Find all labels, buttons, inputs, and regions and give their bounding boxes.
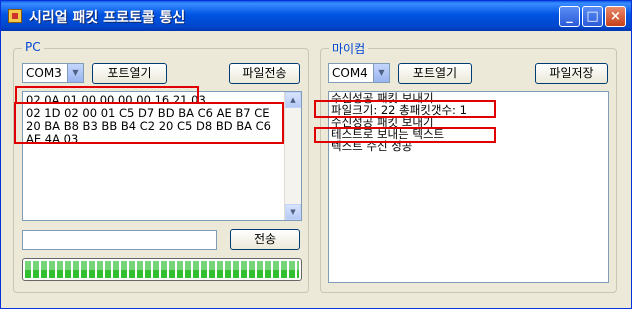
- chevron-down-icon[interactable]: ▼: [67, 64, 83, 82]
- mycom-port-value: COM4: [332, 66, 368, 80]
- title-bar[interactable]: 시리얼 패킷 프로토콜 통신 _ □ ×: [1, 1, 631, 31]
- scroll-up-icon[interactable]: ▲: [285, 92, 301, 108]
- close-button[interactable]: ×: [605, 6, 626, 27]
- transfer-progress-bar: [22, 258, 302, 281]
- main-window: 시리얼 패킷 프로토콜 통신 _ □ × PC COM3 ▼ 포트열기 파일전송…: [0, 0, 632, 309]
- window-title: 시리얼 패킷 프로토콜 통신: [29, 10, 186, 26]
- mycom-log-textarea[interactable]: 수신성공 패킷 보내기 파일크기: 22 총패킷갯수: 1 수신성공 패킷 보내…: [328, 91, 609, 283]
- send-text-input[interactable]: [22, 230, 217, 250]
- send-file-button[interactable]: 파일전송: [229, 63, 300, 84]
- progress-fill: [25, 261, 299, 278]
- send-button[interactable]: 전송: [230, 229, 300, 250]
- highlight-box-data-packet: [14, 102, 284, 144]
- mycom-port-select[interactable]: COM4 ▼: [328, 63, 390, 83]
- chevron-down-icon[interactable]: ▼: [373, 64, 389, 82]
- pc-open-port-button[interactable]: 포트열기: [92, 63, 167, 84]
- pc-group-label: PC: [22, 40, 44, 54]
- save-file-button[interactable]: 파일저장: [535, 63, 608, 84]
- mycom-open-port-button[interactable]: 포트열기: [398, 63, 472, 84]
- pc-port-value: COM3: [26, 66, 62, 80]
- scroll-down-icon[interactable]: ▼: [285, 204, 301, 220]
- highlight-box-file-size: [314, 100, 496, 118]
- pc-log-scrollbar[interactable]: ▲ ▼: [284, 92, 301, 220]
- mycom-group-label: 마이컴: [329, 40, 369, 57]
- pc-port-select[interactable]: COM3 ▼: [22, 63, 84, 83]
- maximize-button[interactable]: □: [582, 6, 603, 27]
- minimize-button[interactable]: _: [559, 6, 580, 27]
- highlight-box-test-text: [314, 127, 496, 143]
- app-icon: [8, 9, 22, 23]
